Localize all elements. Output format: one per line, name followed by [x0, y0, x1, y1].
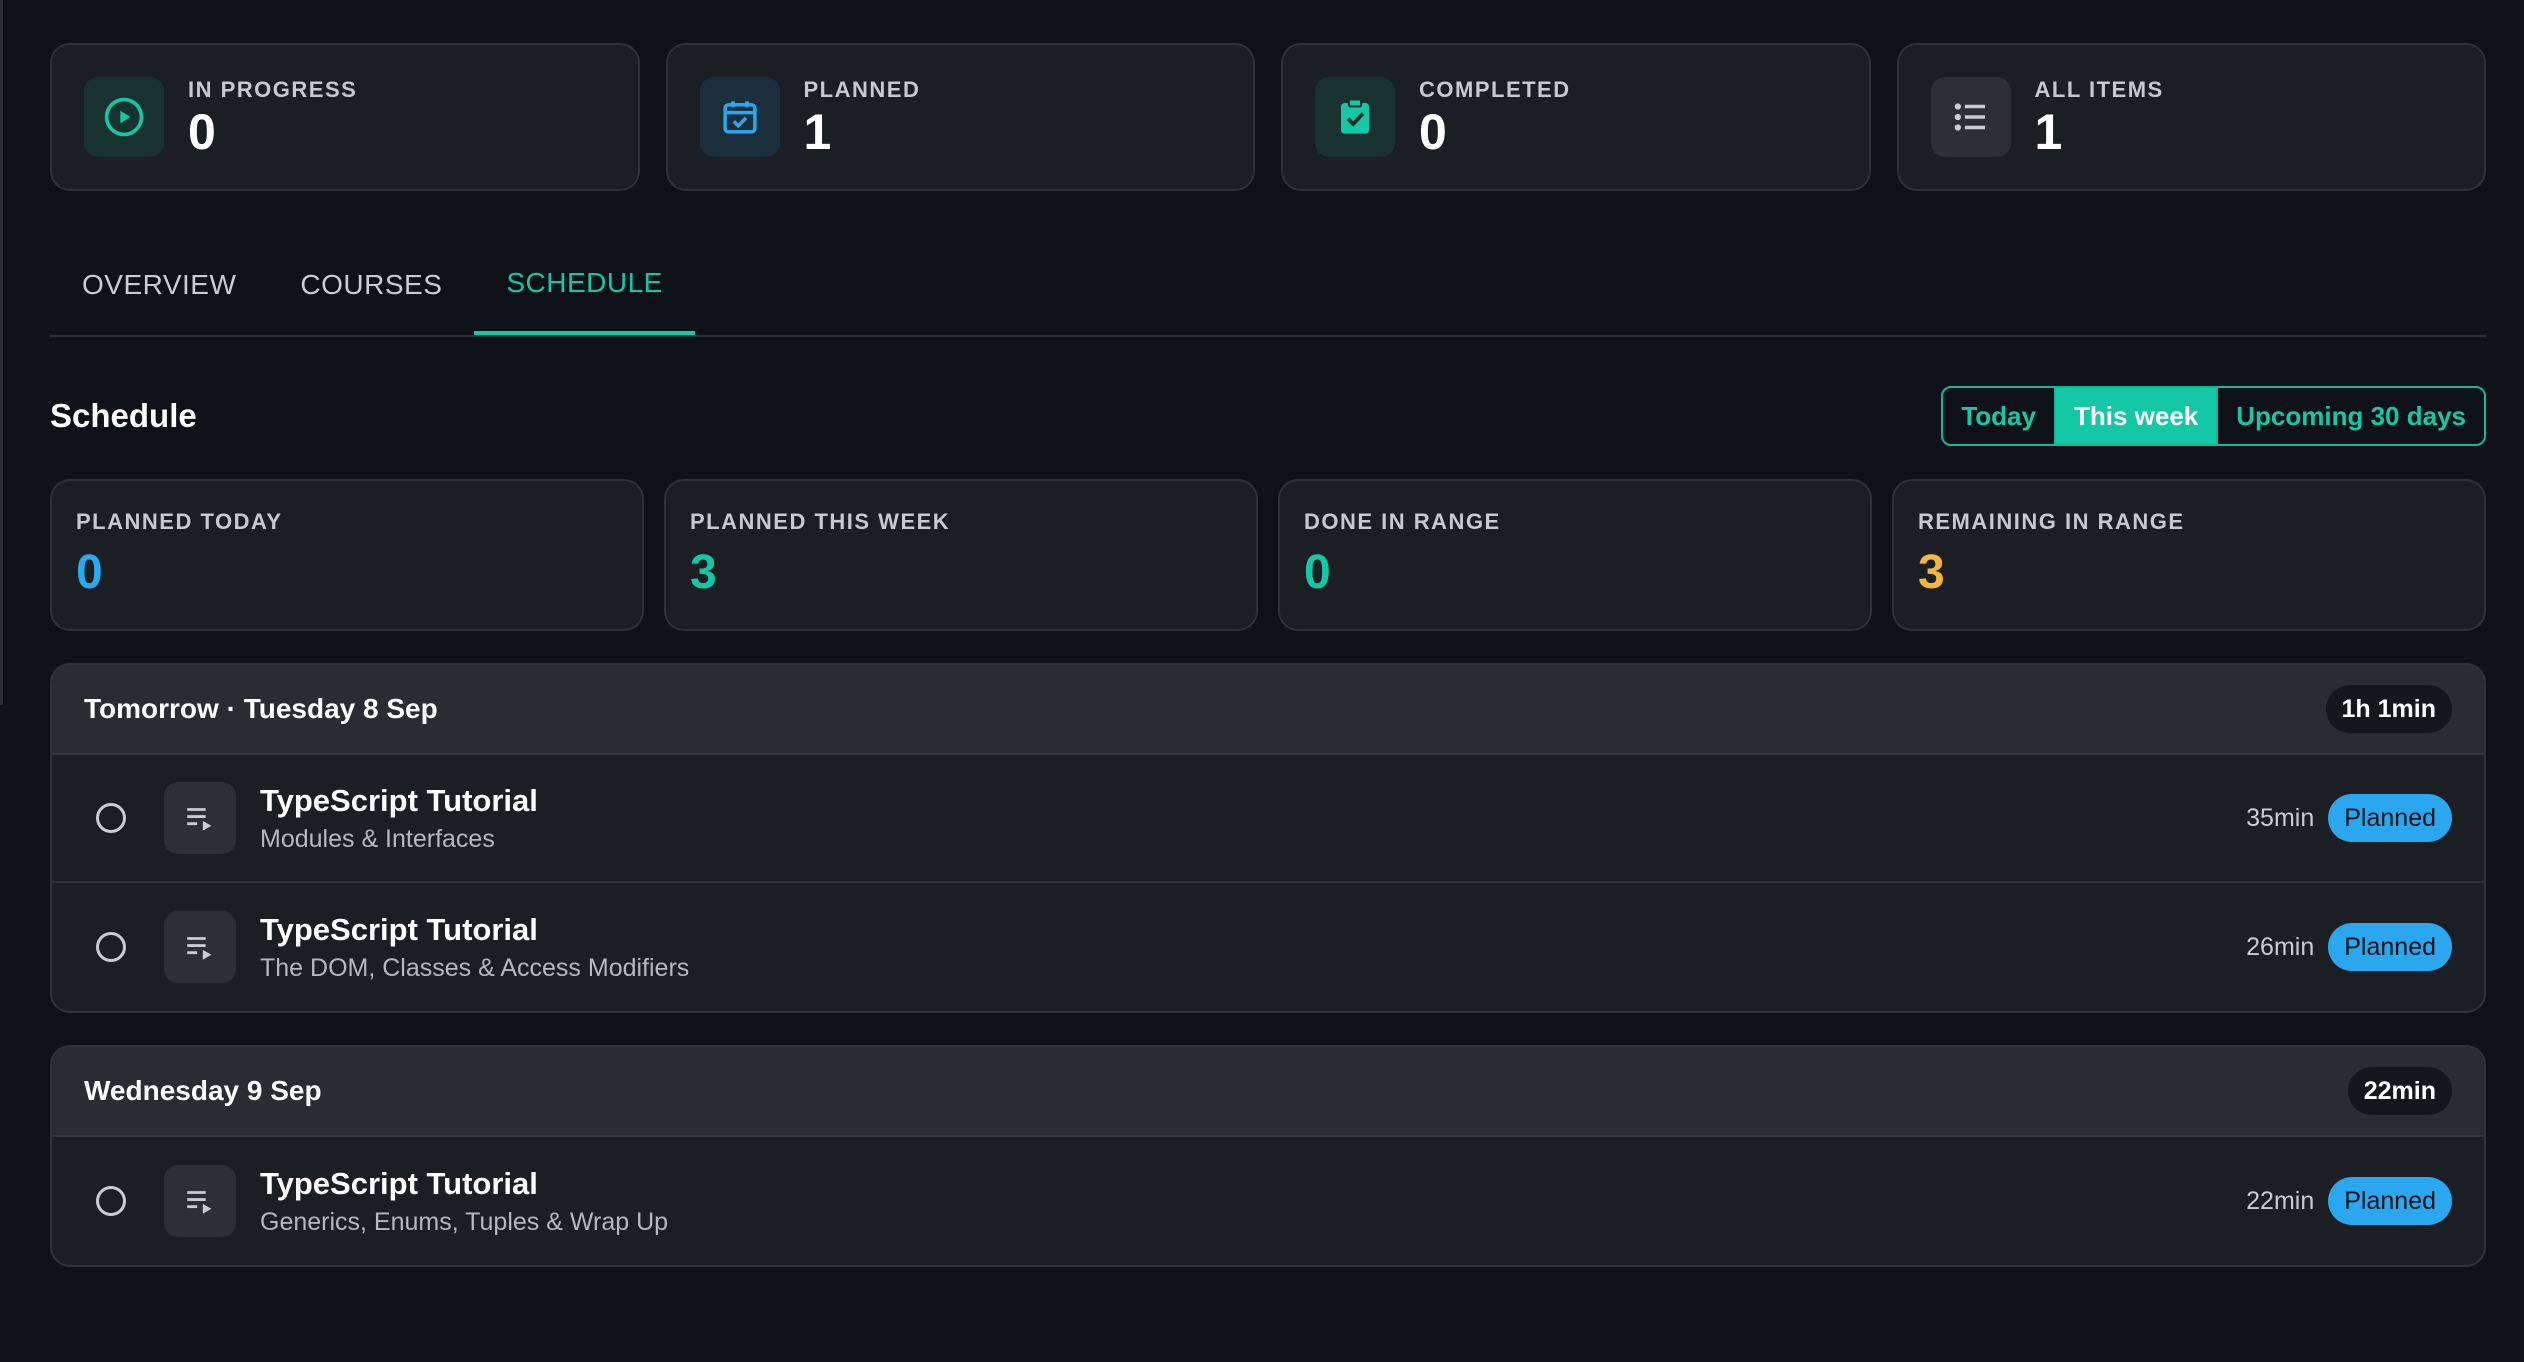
clipboard-check-icon — [1315, 77, 1395, 157]
summary-card-planned-today: PLANNED TODAY 0 — [50, 479, 644, 631]
stat-card-completed: COMPLETED 0 — [1281, 43, 1871, 191]
item-subtitle: The DOM, Classes & Access Modifiers — [260, 953, 690, 982]
summary-label: PLANNED THIS WEEK — [690, 509, 951, 534]
status-badge: Planned — [2328, 1177, 2452, 1225]
schedule-item-row[interactable]: TypeScript Tutorial Modules & Interfaces… — [52, 755, 2484, 883]
summary-label: REMAINING IN RANGE — [1918, 509, 2185, 534]
item-title: TypeScript Tutorial — [260, 911, 538, 947]
range-toggle: Today This week Upcoming 30 days — [1941, 386, 2486, 446]
stat-value: 1 — [803, 104, 832, 160]
stat-label: COMPLETED — [1419, 77, 1571, 102]
list-icon — [1930, 77, 2011, 157]
summary-card-planned-this-week: PLANNED THIS WEEK 3 — [664, 479, 1258, 631]
summary-label: PLANNED TODAY — [76, 509, 283, 534]
day-header: Tomorrow · Tuesday 8 Sep 1h 1min — [52, 665, 2484, 755]
summary-card-remaining-in-range: REMAINING IN RANGE 3 — [1892, 479, 2486, 631]
stat-card-planned: PLANNED 1 — [665, 43, 1255, 191]
item-duration: 22min — [2246, 1186, 2315, 1215]
item-subtitle: Modules & Interfaces — [260, 824, 495, 853]
summary-card-done-in-range: DONE IN RANGE 0 — [1278, 479, 1872, 631]
status-badge: Planned — [2328, 794, 2452, 842]
schedule-item-row[interactable]: TypeScript Tutorial Generics, Enums, Tup… — [52, 1137, 2484, 1265]
day-duration-badge: 22min — [2347, 1067, 2452, 1115]
playlist-play-icon — [164, 1165, 236, 1237]
item-duration: 35min — [2246, 803, 2315, 832]
range-today-button[interactable]: Today — [1943, 388, 2056, 444]
range-this-week-button[interactable]: This week — [2055, 388, 2219, 444]
item-title: TypeScript Tutorial — [260, 1165, 538, 1201]
day-title: Wednesday 9 Sep — [84, 1075, 322, 1106]
stat-value: 0 — [188, 104, 216, 160]
tab-courses[interactable]: COURSES — [268, 235, 474, 335]
playlist-play-icon — [164, 911, 236, 983]
stats-row: IN PROGRESS 0 PLANNED 1 COMPLETED 0 ALL … — [50, 43, 2486, 195]
calendar-check-icon — [699, 77, 780, 157]
stat-card-all-items: ALL ITEMS 1 — [1896, 43, 2486, 191]
tab-bar: OVERVIEW COURSES SCHEDULE — [50, 235, 2486, 337]
day-duration-badge: 1h 1min — [2325, 685, 2452, 733]
stat-card-in-progress: IN PROGRESS 0 — [50, 43, 640, 191]
stat-label: IN PROGRESS — [188, 77, 358, 102]
summary-value: 3 — [1918, 546, 1945, 599]
status-badge: Planned — [2328, 923, 2452, 971]
schedule-item-row[interactable]: TypeScript Tutorial The DOM, Classes & A… — [52, 883, 2484, 1011]
day-group: Tomorrow · Tuesday 8 Sep 1h 1min TypeScr… — [50, 663, 2486, 1013]
playlist-play-icon — [164, 782, 236, 854]
day-group: Wednesday 9 Sep 22min TypeScript Tutoria… — [50, 1045, 2486, 1267]
play-circle-icon — [84, 77, 164, 157]
complete-radio[interactable] — [96, 803, 126, 833]
stat-label: PLANNED — [803, 77, 921, 102]
summary-row: PLANNED TODAY 0 PLANNED THIS WEEK 3 DONE… — [50, 479, 2486, 631]
range-upcoming-30-days-button[interactable]: Upcoming 30 days — [2218, 388, 2484, 444]
item-title: TypeScript Tutorial — [260, 782, 538, 818]
stat-value: 1 — [2034, 104, 2063, 160]
summary-value: 3 — [690, 546, 717, 599]
page-title: Schedule — [50, 397, 197, 434]
summary-value: 0 — [76, 546, 103, 599]
tab-overview[interactable]: OVERVIEW — [50, 235, 268, 335]
summary-value: 0 — [1304, 546, 1331, 599]
summary-label: DONE IN RANGE — [1304, 509, 1501, 534]
complete-radio[interactable] — [96, 1186, 126, 1216]
item-subtitle: Generics, Enums, Tuples & Wrap Up — [260, 1207, 669, 1236]
main-content: IN PROGRESS 0 PLANNED 1 COMPLETED 0 ALL … — [50, 43, 2486, 1267]
item-duration: 26min — [2246, 932, 2315, 961]
stat-label: ALL ITEMS — [2034, 77, 2164, 102]
stat-value: 0 — [1419, 104, 1447, 160]
day-header: Wednesday 9 Sep 22min — [52, 1047, 2484, 1137]
sidebar-edge — [0, 0, 3, 705]
schedule-header: Schedule Today This week Upcoming 30 day… — [50, 385, 2486, 447]
app-page: IN PROGRESS 0 PLANNED 1 COMPLETED 0 ALL … — [0, 0, 2524, 1362]
complete-radio[interactable] — [96, 932, 126, 962]
tab-schedule[interactable]: SCHEDULE — [474, 235, 695, 335]
day-title: Tomorrow · Tuesday 8 Sep — [84, 693, 438, 724]
